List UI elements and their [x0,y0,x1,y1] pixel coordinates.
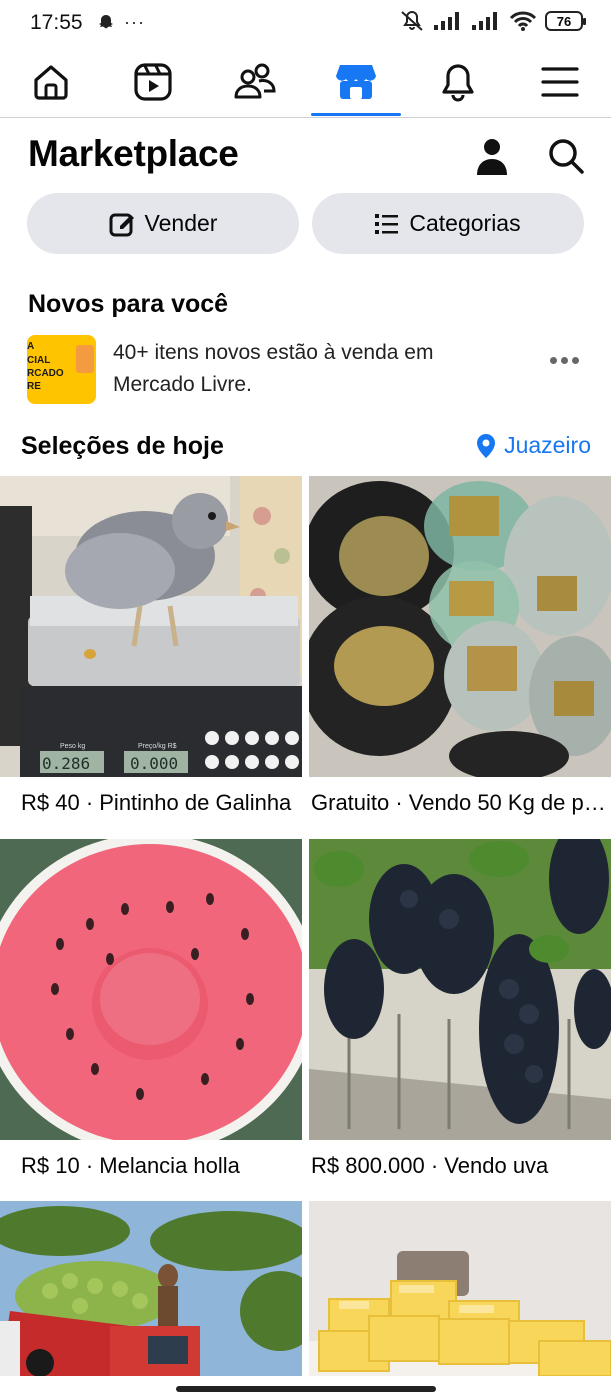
tab-friends[interactable] [210,48,300,116]
search-button[interactable] [546,136,586,176]
todays-picks-title: Seleções de hoje [21,432,224,460]
listing-card[interactable] [0,1201,302,1376]
bell-icon [442,64,474,102]
home-indicator[interactable] [176,1386,436,1392]
mute-icon [401,10,423,31]
page-title: Marketplace [28,133,239,174]
battery-level: 76 [556,13,572,29]
person-icon [477,139,507,175]
tab-notifications[interactable] [413,48,503,116]
thumb-line: CIAL [27,355,51,366]
tab-reels[interactable] [108,48,198,116]
listing-card[interactable]: Gratuito · Vendo 50 Kg de parafusos [309,476,611,836]
new-for-you-title: Novos para você [28,290,229,318]
categories-button[interactable]: Categorias [312,193,584,254]
listing-caption: R$ 10 · Melancia holla [21,1153,240,1178]
status-bar: 17:55 ··· 76 [0,0,611,46]
search-icon [549,139,584,174]
snapchat-ghost-icon [99,14,113,28]
categories-label: Categorias [409,210,521,236]
thumb-line: A [27,341,35,352]
scale-label: Peso kg [60,743,85,750]
thumb-line: RCADO [27,368,64,379]
listing-image [309,1201,611,1376]
listing-card[interactable] [309,1201,611,1376]
status-more: ··· [124,12,145,32]
sell-label: Vender [144,210,218,236]
hamburger-icon [541,67,579,97]
location-button[interactable]: Juazeiro [476,432,591,459]
scale-label: Preço/kg R$ [138,743,177,750]
top-nav [0,48,611,118]
signal-icon [472,12,497,30]
sell-button[interactable]: Vender [27,193,299,254]
listing-caption: Gratuito · Vendo 50 Kg de parafusos [311,790,611,815]
tab-home[interactable] [6,48,96,116]
listing-image [309,476,611,777]
listing-card[interactable]: R$ 10 · Melancia holla [0,839,302,1199]
store-icon [336,65,376,99]
video-icon [134,63,172,101]
listing-image [309,839,611,1140]
signal-icon [434,12,459,30]
listing-caption: R$ 800.000 · Vendo uva [311,1153,549,1178]
profile-button[interactable] [472,136,512,176]
edit-icon [109,213,134,236]
status-right-icons: 76 [399,10,586,32]
status-time: 17:55 [30,11,83,34]
friends-icon [234,63,276,99]
listing-card[interactable]: R$ 800.000 · Vendo uva [309,839,611,1199]
promo-thumbnail[interactable]: A CIAL RCADO RE [27,335,96,404]
scale-display-left: 0.286 [42,754,90,773]
tab-marketplace[interactable] [311,48,401,116]
scale-display-right: 0.000 [130,754,178,773]
listing-image [0,839,302,1140]
wifi-icon [509,11,537,31]
tab-menu[interactable] [515,48,605,116]
dot [550,357,557,364]
location-label: Juazeiro [504,432,591,458]
location-pin-icon [477,433,496,458]
listing-card[interactable]: 0.286 0.000 Peso kg Preço/kg R$ R$ 40 · … [0,476,302,836]
status-left-icons: ··· [96,12,145,33]
listing-image: 0.286 0.000 Peso kg Preço/kg R$ [0,476,302,777]
promo-text[interactable]: 40+ itens novos estão à venda em Mercado… [113,337,513,401]
dot [572,357,579,364]
listing-caption: R$ 40 · Pintinho de Galinha [21,790,292,815]
list-icon [375,213,399,234]
listing-image [0,1201,302,1376]
more-options-button[interactable] [550,357,579,364]
battery-icon: 76 [545,11,586,31]
home-icon [34,65,68,100]
dot [561,357,568,364]
thumb-line: RE [27,381,41,392]
